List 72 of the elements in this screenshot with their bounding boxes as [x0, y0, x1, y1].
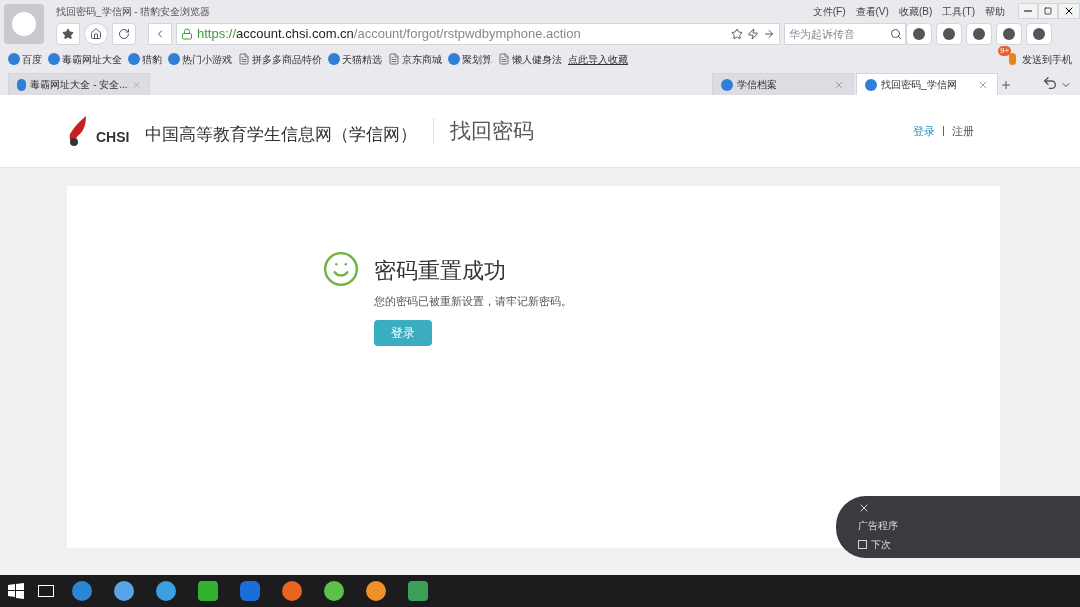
site-icon [48, 53, 60, 65]
header-link[interactable]: 注册 [952, 122, 974, 140]
bookmark-item[interactable]: 懒人健身法 [512, 51, 562, 67]
send-to-phone-link[interactable]: 发送到手机 [1022, 51, 1072, 67]
lock-icon [181, 28, 193, 40]
ad-label: 广告程序 [858, 519, 899, 533]
bookmark-item[interactable]: 拼多多商品特价 [252, 51, 322, 67]
browser-tab[interactable]: 找回密码_学信网 [856, 73, 998, 95]
success-message: 您的密码已被重新设置，请牢记新密码。 [374, 294, 572, 309]
bookmark-item[interactable]: 猎豹 [142, 51, 162, 67]
history-button[interactable] [936, 23, 962, 45]
site-icon [128, 53, 140, 65]
favorite-button[interactable] [56, 23, 80, 45]
bookmark-item[interactable]: 聚划算 [462, 51, 492, 67]
maximize-icon [1044, 7, 1052, 15]
lightning-icon[interactable] [747, 28, 759, 40]
menu-item[interactable]: 查看(V) [850, 3, 894, 19]
site-name: 中国高等教育学生信息网（学信网） [145, 124, 418, 147]
site-icon [865, 78, 877, 91]
browser-tab[interactable]: 毒霸网址大全 - 安全... [8, 73, 150, 95]
new-tab-icon[interactable] [1000, 79, 1012, 91]
url-text: https://account.chsi.com.cn/account/forgot/rstpwdbymphone.action [197, 25, 582, 44]
import-link[interactable]: 点此导入收藏 [568, 51, 628, 67]
search-field[interactable]: 华为起诉传音 [784, 23, 906, 45]
account-button[interactable] [996, 23, 1022, 45]
page-icon [498, 53, 510, 65]
header-link[interactable]: 登录 [913, 122, 935, 140]
windows-icon[interactable] [8, 583, 24, 599]
browser-logo-icon [4, 4, 44, 44]
notification-badge: 9+ [998, 46, 1012, 56]
menu-item[interactable]: 工具(T) [937, 3, 980, 19]
minus-button[interactable] [1026, 23, 1052, 45]
window-title: 找回密码_学信网 - 猎豹安全浏览器 [55, 4, 212, 19]
menu-item[interactable]: 文件(F) [807, 3, 851, 19]
bookmark-item[interactable]: 百度 [22, 51, 42, 67]
close-icon [1063, 5, 1075, 17]
site-icon [168, 53, 180, 65]
bookmark-item[interactable]: 热门小游戏 [182, 51, 232, 67]
download-button[interactable] [966, 23, 992, 45]
site-icon [448, 53, 460, 65]
menu-item[interactable]: 收藏(B) [893, 3, 938, 19]
success-title: 密码重置成功 [374, 257, 507, 285]
checkbox[interactable] [858, 540, 867, 549]
home-button[interactable] [84, 23, 108, 45]
close-icon[interactable] [858, 502, 870, 514]
close-button[interactable] [1058, 3, 1080, 19]
go-icon[interactable] [763, 28, 775, 40]
refresh-button[interactable] [112, 23, 136, 45]
site-icon [328, 53, 340, 65]
star-icon[interactable] [731, 28, 743, 40]
undo-icon[interactable] [1042, 75, 1058, 91]
bookmark-item[interactable]: 京东商城 [402, 51, 442, 67]
page-icon [238, 53, 250, 65]
bookmark-item[interactable]: 天猫精选 [342, 51, 382, 67]
site-icon [8, 53, 20, 65]
logo-text: CHSI [96, 127, 130, 147]
site-icon [721, 78, 733, 91]
home-icon [90, 28, 102, 40]
site-icon [17, 78, 27, 91]
task-view-icon[interactable] [38, 585, 54, 597]
page-title: 找回密码 [450, 118, 535, 145]
checkbox-label: 下次 [871, 538, 891, 552]
k-button[interactable] [906, 23, 932, 45]
bookmark-item[interactable]: 毒霸网址大全 [62, 51, 122, 67]
smile-icon [322, 250, 360, 288]
address-bar[interactable]: https://account.chsi.com.cn/account/forgot/rstpwdbymphone.action [176, 23, 780, 45]
menu-item[interactable]: 帮助 [980, 3, 1010, 19]
browser-tab[interactable]: 学信档案 [712, 73, 854, 95]
page-icon [388, 53, 400, 65]
minimize-button[interactable] [1018, 3, 1038, 19]
star-icon [62, 28, 74, 40]
refresh-icon [118, 28, 130, 40]
